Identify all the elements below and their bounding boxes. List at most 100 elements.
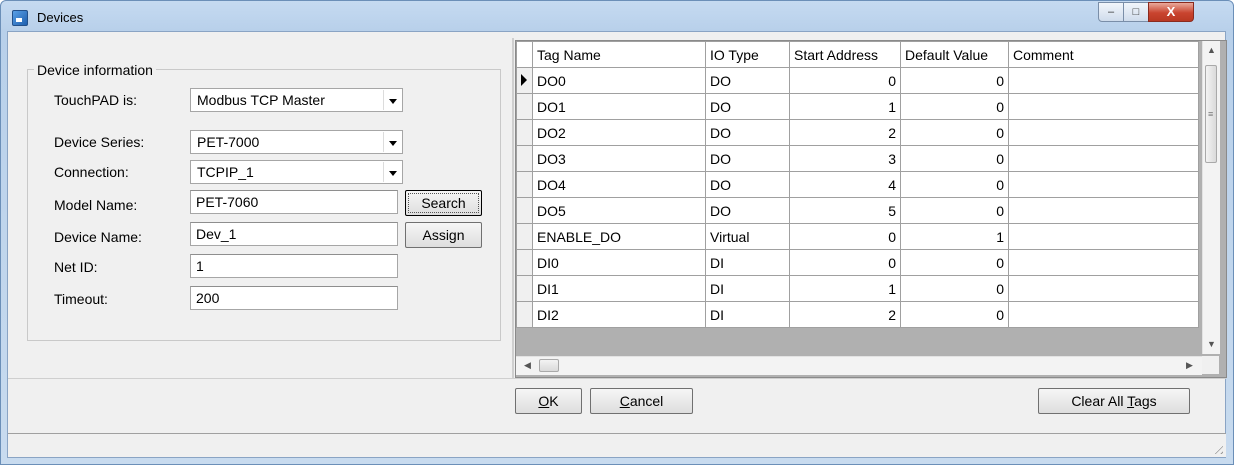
vertical-scroll-thumb[interactable]: ≡ bbox=[1205, 65, 1217, 163]
cell-start-address[interactable]: 1 bbox=[789, 275, 901, 302]
table-row[interactable]: DI2 DI 2 0 bbox=[516, 301, 1199, 328]
table-row[interactable]: DO2 DO 2 0 bbox=[516, 119, 1199, 146]
table-row[interactable]: DO4 DO 4 0 bbox=[516, 171, 1199, 198]
cell-comment[interactable] bbox=[1008, 223, 1199, 250]
table-row[interactable]: DO1 DO 1 0 bbox=[516, 93, 1199, 120]
cell-default-value[interactable]: 0 bbox=[900, 93, 1009, 120]
column-header-comment[interactable]: Comment bbox=[1008, 41, 1199, 68]
cell-start-address[interactable]: 0 bbox=[789, 249, 901, 276]
row-header[interactable] bbox=[516, 197, 533, 224]
cell-comment[interactable] bbox=[1008, 171, 1199, 198]
cell-default-value[interactable]: 0 bbox=[900, 145, 1009, 172]
cell-comment[interactable] bbox=[1008, 275, 1199, 302]
cell-io-type[interactable]: DO bbox=[705, 197, 790, 224]
touchpad-mode-select[interactable]: Modbus TCP Master bbox=[190, 88, 403, 112]
close-button[interactable]: X bbox=[1148, 2, 1194, 22]
column-header-tag-name[interactable]: Tag Name bbox=[532, 41, 706, 68]
cell-io-type[interactable]: DO bbox=[705, 67, 790, 94]
minimize-button[interactable]: – bbox=[1098, 2, 1124, 22]
cell-io-type[interactable]: DO bbox=[705, 145, 790, 172]
row-header[interactable] bbox=[516, 93, 533, 120]
cell-default-value[interactable]: 0 bbox=[900, 67, 1009, 94]
dropdown-arrow-icon[interactable] bbox=[383, 162, 401, 182]
row-header[interactable] bbox=[516, 67, 533, 94]
cell-tag-name[interactable]: ENABLE_DO bbox=[532, 223, 706, 250]
table-row[interactable]: DI1 DI 1 0 bbox=[516, 275, 1199, 302]
cell-io-type[interactable]: DO bbox=[705, 171, 790, 198]
cell-tag-name[interactable]: DI2 bbox=[532, 301, 706, 328]
row-header[interactable] bbox=[516, 301, 533, 328]
cell-comment[interactable] bbox=[1008, 145, 1199, 172]
cell-start-address[interactable]: 2 bbox=[789, 301, 901, 328]
row-header[interactable] bbox=[516, 119, 533, 146]
cell-start-address[interactable]: 2 bbox=[789, 119, 901, 146]
clear-all-tags-button[interactable]: Clear All Tags bbox=[1038, 388, 1190, 414]
cell-start-address[interactable]: 1 bbox=[789, 93, 901, 120]
cell-io-type[interactable]: Virtual bbox=[705, 223, 790, 250]
column-header-io-type[interactable]: IO Type bbox=[705, 41, 790, 68]
cell-io-type[interactable]: DO bbox=[705, 93, 790, 120]
size-grip-icon[interactable] bbox=[1211, 442, 1223, 454]
title-bar[interactable]: Devices – □ X bbox=[1, 1, 1233, 33]
cell-default-value[interactable]: 0 bbox=[900, 119, 1009, 146]
cell-io-type[interactable]: DO bbox=[705, 119, 790, 146]
table-row[interactable]: DO3 DO 3 0 bbox=[516, 145, 1199, 172]
cell-comment[interactable] bbox=[1008, 249, 1199, 276]
scroll-right-icon[interactable]: ▶ bbox=[1186, 360, 1193, 371]
connection-select[interactable]: TCPIP_1 bbox=[190, 160, 403, 184]
cell-comment[interactable] bbox=[1008, 301, 1199, 328]
assign-button[interactable]: Assign bbox=[405, 222, 482, 248]
cell-tag-name[interactable]: DO3 bbox=[532, 145, 706, 172]
net-id-field[interactable]: 1 bbox=[190, 254, 398, 278]
column-header-default-value[interactable]: Default Value bbox=[900, 41, 1009, 68]
row-header[interactable] bbox=[516, 223, 533, 250]
panel-divider[interactable] bbox=[512, 38, 514, 378]
cell-tag-name[interactable]: DO2 bbox=[532, 119, 706, 146]
cell-comment[interactable] bbox=[1008, 197, 1199, 224]
horizontal-scroll-thumb[interactable] bbox=[539, 359, 559, 372]
search-button[interactable]: Search bbox=[405, 190, 482, 216]
scroll-left-icon[interactable]: ◀ bbox=[524, 360, 531, 371]
cell-comment[interactable] bbox=[1008, 119, 1199, 146]
cell-default-value[interactable]: 0 bbox=[900, 301, 1009, 328]
cell-io-type[interactable]: DI bbox=[705, 275, 790, 302]
cell-tag-name[interactable]: DI0 bbox=[532, 249, 706, 276]
vertical-scrollbar[interactable]: ▲ ≡ ▼ bbox=[1202, 41, 1220, 354]
table-row[interactable]: DO5 DO 5 0 bbox=[516, 197, 1199, 224]
row-header[interactable] bbox=[516, 171, 533, 198]
device-series-select[interactable]: PET-7000 bbox=[190, 130, 403, 154]
cell-default-value[interactable]: 0 bbox=[900, 249, 1009, 276]
cell-tag-name[interactable]: DO0 bbox=[532, 67, 706, 94]
cell-tag-name[interactable]: DO1 bbox=[532, 93, 706, 120]
ok-button[interactable]: OK bbox=[515, 388, 582, 414]
scroll-down-icon[interactable]: ▼ bbox=[1207, 339, 1216, 349]
table-row[interactable]: ENABLE_DO Virtual 0 1 bbox=[516, 223, 1199, 250]
cell-default-value[interactable]: 0 bbox=[900, 171, 1009, 198]
cell-default-value[interactable]: 0 bbox=[900, 197, 1009, 224]
cell-comment[interactable] bbox=[1008, 67, 1199, 94]
cell-io-type[interactable]: DI bbox=[705, 301, 790, 328]
row-header[interactable] bbox=[516, 249, 533, 276]
dropdown-arrow-icon[interactable] bbox=[383, 90, 401, 110]
model-name-field[interactable]: PET-7060 bbox=[190, 190, 398, 214]
cell-start-address[interactable]: 5 bbox=[789, 197, 901, 224]
cell-comment[interactable] bbox=[1008, 93, 1199, 120]
cell-start-address[interactable]: 0 bbox=[789, 67, 901, 94]
horizontal-scrollbar[interactable]: ◀ ▶ bbox=[516, 356, 1202, 375]
cell-tag-name[interactable]: DO4 bbox=[532, 171, 706, 198]
cell-default-value[interactable]: 0 bbox=[900, 275, 1009, 302]
cell-tag-name[interactable]: DI1 bbox=[532, 275, 706, 302]
column-header-start-address[interactable]: Start Address bbox=[789, 41, 901, 68]
cell-tag-name[interactable]: DO5 bbox=[532, 197, 706, 224]
scroll-up-icon[interactable]: ▲ bbox=[1207, 45, 1216, 55]
cancel-button[interactable]: Cancel bbox=[590, 388, 693, 414]
cell-default-value[interactable]: 1 bbox=[900, 223, 1009, 250]
dropdown-arrow-icon[interactable] bbox=[383, 132, 401, 152]
device-name-field[interactable]: Dev_1 bbox=[190, 222, 398, 246]
timeout-field[interactable]: 200 bbox=[190, 286, 398, 310]
cell-start-address[interactable]: 0 bbox=[789, 223, 901, 250]
cell-start-address[interactable]: 4 bbox=[789, 171, 901, 198]
table-row[interactable]: DI0 DI 0 0 bbox=[516, 249, 1199, 276]
table-row[interactable]: DO0 DO 0 0 bbox=[516, 67, 1199, 94]
maximize-button[interactable]: □ bbox=[1123, 2, 1149, 22]
